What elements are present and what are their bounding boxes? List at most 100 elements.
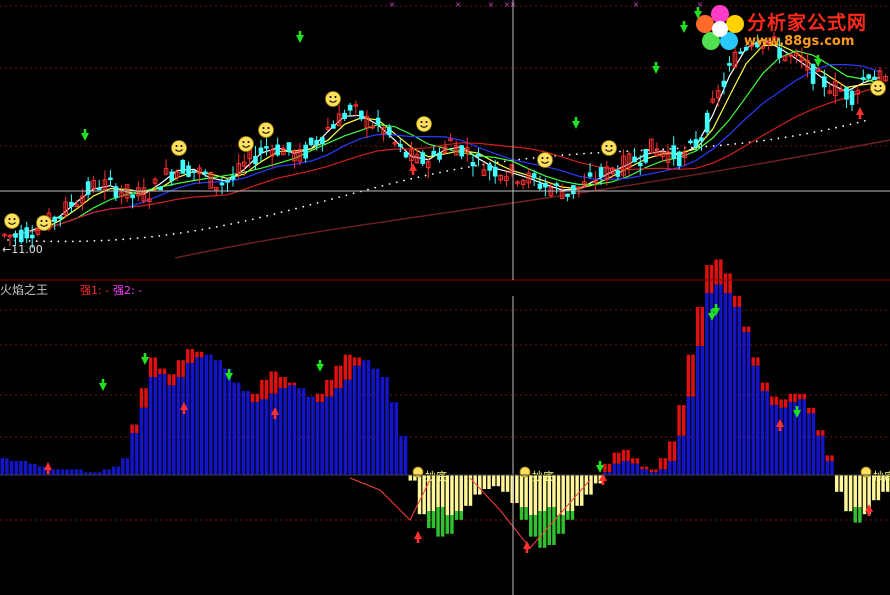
ma-dot: [86, 240, 89, 242]
ma-dot: [35, 240, 38, 243]
top-mark: ×: [455, 0, 462, 9]
ma-dot: [374, 186, 377, 189]
ma-dot: [475, 164, 477, 167]
ma-dot: [590, 152, 593, 155]
ma-dot: [431, 173, 434, 175]
momentum-bar: [232, 382, 236, 475]
site-logo: 分析家公式网 www.88gs.com: [692, 4, 882, 52]
momentum-bar: [635, 463, 640, 475]
bottom-signal-label: 抄底: [873, 469, 890, 483]
ma-dot: [194, 229, 197, 232]
deep-dip-bar: [570, 511, 575, 520]
momentum-bar: [686, 396, 691, 475]
smiley-face: [4, 213, 20, 229]
candle-body: [258, 147, 264, 154]
smiley-icon: [238, 136, 254, 152]
dip-bar: [589, 475, 593, 495]
dip-bar: [858, 475, 862, 507]
smiley-face: [238, 136, 254, 152]
candle-body: [543, 182, 548, 188]
momentum-bar: [237, 382, 241, 475]
ma-dot: [295, 207, 297, 210]
smiley-icon: [325, 91, 341, 107]
smiley-icon: [36, 215, 52, 231]
momentum-bar: [139, 407, 144, 475]
strength-bar: [779, 399, 783, 408]
strength-bar: [334, 365, 338, 389]
strength-bar: [686, 354, 691, 397]
smiley-eye: [541, 157, 544, 159]
momentum-bar: [376, 368, 380, 475]
candle-body: [303, 144, 308, 159]
ma-dot: [403, 179, 405, 182]
strength-bar: [260, 379, 264, 400]
momentum-bar: [742, 332, 746, 475]
candle-body: [738, 51, 743, 54]
ma-dot: [179, 232, 182, 234]
candle-body: [587, 172, 593, 177]
momentum-bar: [348, 379, 352, 475]
candle-body: [699, 137, 704, 142]
smiley-face: [416, 116, 432, 132]
ma-dot: [806, 132, 809, 135]
deep-dip-bar: [533, 515, 538, 537]
momentum-bar: [209, 354, 213, 475]
logo-title: 分析家公式网: [747, 12, 868, 34]
buy-arrow-icon: [81, 129, 89, 141]
candle-body: [29, 234, 35, 239]
candle-body: [52, 216, 57, 222]
ma-dot: [266, 214, 269, 217]
ma-dot: [734, 143, 737, 145]
momentum-bar: [51, 469, 56, 475]
smiley-eye: [175, 145, 178, 147]
candle-body: [398, 144, 403, 147]
strength-bar: [186, 349, 190, 363]
strength-bar: [682, 405, 686, 436]
strength-bar: [746, 326, 751, 333]
candle-body: [537, 183, 543, 189]
strength-bar: [751, 357, 755, 366]
strength-bar: [691, 354, 695, 397]
ma-dot: [820, 129, 823, 132]
momentum-bar: [60, 469, 65, 475]
momentum-bar: [658, 469, 663, 475]
momentum-bar: [617, 463, 621, 475]
momentum-bar: [79, 469, 83, 475]
ma-dot: [705, 145, 708, 148]
smiley-eye: [879, 85, 882, 87]
momentum-bar: [144, 407, 148, 475]
ma-dot: [158, 235, 161, 237]
candle-body: [571, 185, 576, 195]
momentum-bar: [306, 396, 310, 475]
momentum-bar: [644, 469, 649, 475]
deep-dip-bar: [561, 515, 565, 534]
ma-dot: [215, 225, 218, 228]
ma-dot: [770, 138, 773, 141]
buy-arrow-icon: [680, 21, 688, 33]
deep-dip-bar: [552, 507, 556, 545]
strength-bar: [719, 259, 723, 285]
momentum-bar: [37, 466, 42, 475]
dip-bar: [862, 475, 867, 515]
momentum-bar: [385, 377, 389, 475]
strength-bar: [821, 430, 825, 436]
candle-body: [180, 160, 186, 174]
ma-dot: [143, 236, 146, 239]
deep-dip-bar: [440, 507, 445, 537]
strength-bar: [672, 441, 677, 461]
momentum-bar: [176, 377, 181, 475]
ma-dot: [107, 239, 110, 242]
dip-bar: [459, 475, 463, 511]
ma-line-2: [9, 44, 881, 237]
momentum-bar: [246, 391, 250, 475]
strength-bar: [825, 455, 830, 461]
candle-body: [308, 137, 314, 146]
candle-body: [554, 183, 559, 187]
strength-bar: [807, 407, 811, 414]
dip-bar: [482, 475, 487, 489]
momentum-bar: [19, 461, 23, 475]
candle-body: [437, 152, 442, 160]
ma-dot: [763, 139, 765, 142]
bottom-signal-label: 抄底: [532, 469, 554, 483]
momentum-bar: [74, 469, 79, 475]
